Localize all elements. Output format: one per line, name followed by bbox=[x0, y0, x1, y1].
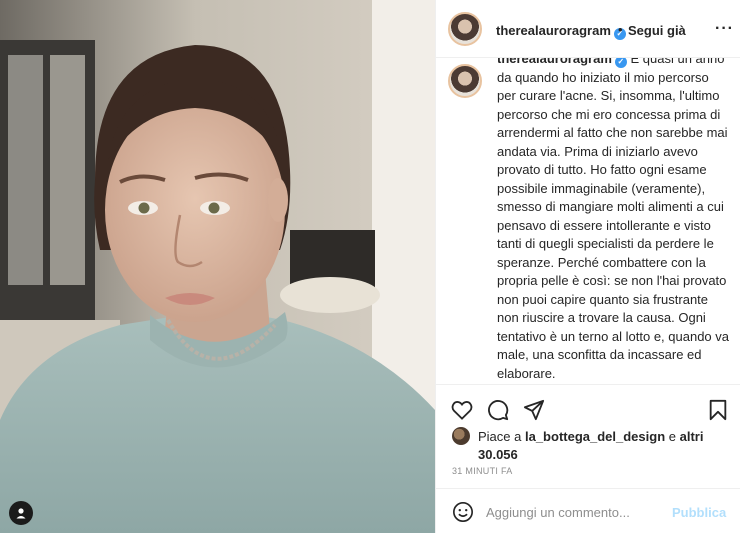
likes-summary: Piace a la_bottega_del_design e altri 30… bbox=[478, 428, 723, 464]
caption-text: È quasi un anno da quando ho iniziato il… bbox=[497, 58, 730, 381]
publish-button[interactable]: Pubblica bbox=[672, 505, 726, 520]
more-options-icon[interactable]: ··· bbox=[715, 20, 734, 38]
heart-icon[interactable] bbox=[450, 398, 474, 422]
post-caption: therealauroragram ✓ È quasi un anno da qu… bbox=[497, 58, 731, 383]
likes-prefix: Piace a bbox=[478, 429, 525, 444]
caption-author-avatar[interactable] bbox=[448, 64, 482, 98]
author-avatar[interactable] bbox=[448, 12, 482, 46]
emoji-icon[interactable] bbox=[452, 501, 474, 528]
following-button[interactable]: Segui già bbox=[628, 23, 686, 38]
author-username-text[interactable]: therealauroragram bbox=[496, 23, 611, 38]
bookmark-icon[interactable] bbox=[706, 398, 730, 422]
comment-input[interactable] bbox=[486, 501, 666, 523]
post-header: therealauroragram ✓ • Segui già ··· bbox=[436, 0, 740, 58]
caption-username-text[interactable]: therealauroragram bbox=[497, 58, 612, 66]
caption-area: therealauroragram ✓ È quasi un anno da qu… bbox=[436, 58, 740, 384]
post-side-panel: therealauroragram ✓ • Segui già ··· there… bbox=[435, 0, 740, 533]
likes-user-link[interactable]: la_bottega_del_design bbox=[525, 429, 665, 444]
liker-avatar[interactable] bbox=[452, 427, 470, 445]
user-silhouette-icon bbox=[16, 508, 26, 519]
post-photo[interactable] bbox=[0, 0, 435, 533]
post-timestamp[interactable]: 31 MINUTI FA bbox=[452, 466, 513, 476]
share-icon[interactable] bbox=[522, 398, 546, 422]
verified-badge-icon: ✓ bbox=[614, 58, 627, 68]
comment-icon[interactable] bbox=[486, 398, 510, 422]
caption-username[interactable]: therealauroragram ✓ bbox=[497, 58, 627, 68]
user-tag-icon[interactable] bbox=[9, 501, 33, 525]
likes-middle: e bbox=[665, 429, 680, 444]
comment-bar: Pubblica bbox=[436, 488, 740, 533]
author-username[interactable]: therealauroragram ✓ bbox=[496, 23, 626, 40]
portrait-image bbox=[0, 0, 435, 533]
header-separator: • bbox=[618, 22, 623, 37]
